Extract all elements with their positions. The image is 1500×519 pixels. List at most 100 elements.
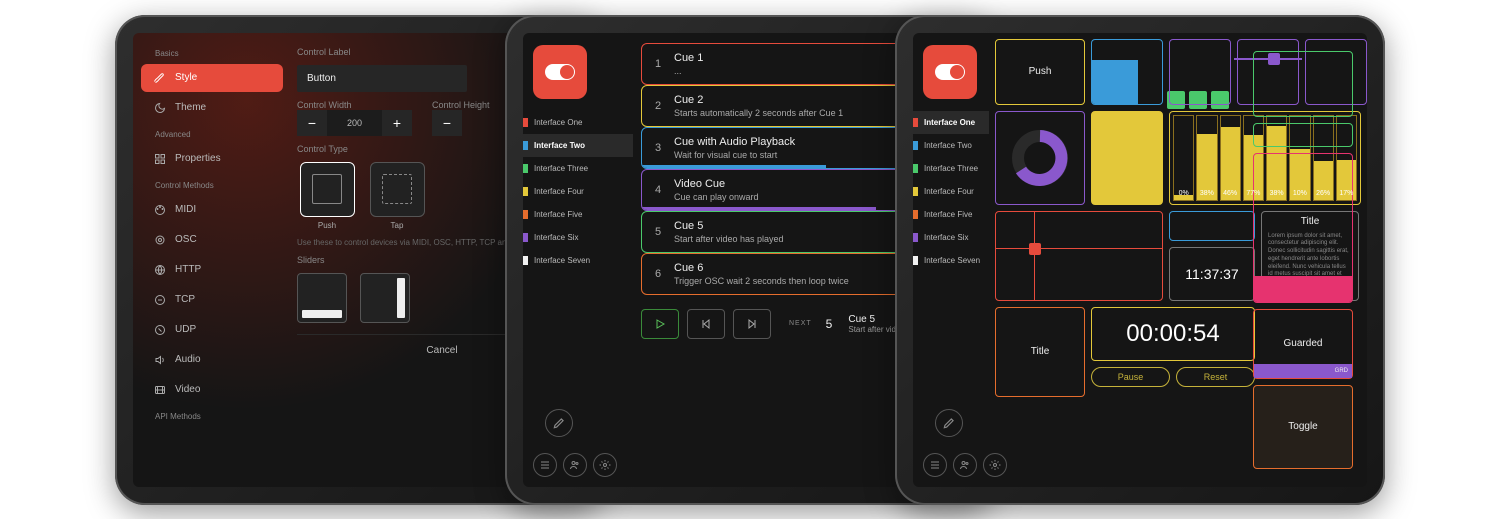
app-logo[interactable]	[533, 45, 587, 99]
next-button[interactable]	[733, 309, 771, 339]
color-bar	[913, 233, 918, 242]
blue-cell[interactable]	[1169, 211, 1255, 241]
guarded-button[interactable]: Guarded GRD	[1253, 309, 1353, 379]
interface-label: Interface Two	[924, 141, 972, 150]
interface-item[interactable]: Interface Seven	[523, 249, 633, 272]
cue-title: Cue 1	[674, 52, 703, 64]
stepper-height-minus[interactable]: −	[432, 110, 462, 136]
green-slim[interactable]	[1253, 123, 1353, 147]
nav-midi[interactable]: MIDI	[141, 196, 283, 224]
edit-button[interactable]	[545, 409, 573, 437]
interface-label: Interface Four	[924, 187, 974, 196]
reset-button[interactable]: Reset	[1176, 367, 1255, 387]
slider-thumb-vertical[interactable]	[360, 273, 410, 323]
color-bar	[523, 118, 528, 127]
pink-big[interactable]	[1253, 153, 1353, 303]
color-bar	[913, 141, 918, 150]
play-button[interactable]	[641, 309, 679, 339]
interface-label: Interface Six	[534, 233, 578, 242]
green-top[interactable]	[1253, 51, 1353, 117]
interface-item[interactable]: Interface Four	[523, 180, 633, 203]
cue-title: Cue with Audio Playback	[674, 136, 795, 148]
edit-button[interactable]	[935, 409, 963, 437]
level-bar[interactable]: 0%	[1173, 115, 1194, 201]
blue-slider[interactable]	[1091, 39, 1163, 105]
app-logo[interactable]	[923, 45, 977, 99]
toggle-button[interactable]: Toggle	[1253, 385, 1353, 469]
color-bar	[913, 187, 918, 196]
nav-style-label: Style	[175, 72, 197, 83]
interface-label: Interface Seven	[534, 256, 590, 265]
nav-osc[interactable]: OSC	[141, 226, 283, 254]
nav-theme[interactable]: Theme	[141, 94, 283, 122]
slider-thumb-horizontal[interactable]	[297, 273, 347, 323]
interface-item[interactable]: Interface Two	[913, 134, 989, 157]
interface-item[interactable]: Interface Two	[523, 134, 633, 157]
cue-number: 6	[652, 268, 664, 280]
nav-tcp[interactable]: TCP	[141, 286, 283, 314]
type-push[interactable]: Push	[297, 162, 357, 230]
purple-cell-1[interactable]	[1169, 39, 1231, 105]
settings-button[interactable]	[593, 453, 617, 477]
stepper-width-plus[interactable]: +	[382, 110, 412, 136]
nav-udp[interactable]: UDP	[141, 316, 283, 344]
cue-number: 3	[652, 142, 664, 154]
push-button[interactable]: Push	[995, 39, 1085, 105]
interface-item[interactable]: Interface One	[523, 111, 633, 134]
film-icon	[153, 383, 167, 397]
toggle-icon	[545, 64, 575, 80]
section-basics: Basics	[141, 43, 283, 62]
cue-number: 2	[652, 100, 664, 112]
color-bar	[913, 256, 918, 265]
cue-subtitle: Trigger OSC wait 2 seconds then loop twi…	[674, 276, 849, 286]
cue-number: 1	[652, 58, 664, 70]
nav-properties[interactable]: Properties	[141, 145, 283, 173]
interface-item[interactable]: Interface Four	[913, 180, 989, 203]
interface-item[interactable]: Interface Seven	[913, 249, 989, 272]
color-bar	[913, 118, 918, 127]
interface-item[interactable]: Interface Three	[523, 157, 633, 180]
dial-cell[interactable]	[995, 111, 1085, 205]
color-bar	[523, 256, 528, 265]
input-control-label[interactable]	[297, 65, 467, 92]
yellow-fill-cell[interactable]	[1091, 111, 1163, 205]
title-button-orange[interactable]: Title	[995, 307, 1085, 397]
type-tap[interactable]: Tap	[367, 162, 427, 230]
prev-button[interactable]	[687, 309, 725, 339]
menu-button[interactable]	[533, 453, 557, 477]
cue-title: Cue 6	[674, 262, 849, 274]
interface-item[interactable]: Interface Five	[523, 203, 633, 226]
level-bar[interactable]: 38%	[1196, 115, 1217, 201]
nav-http[interactable]: HTTP	[141, 256, 283, 284]
xy-pad[interactable]	[995, 211, 1163, 301]
cue-subtitle: ...	[674, 66, 703, 76]
color-bar	[913, 210, 918, 219]
settings-button[interactable]	[983, 453, 1007, 477]
level-label: 0%	[1179, 190, 1189, 200]
users-button[interactable]	[563, 453, 587, 477]
interface-item[interactable]: Interface One	[913, 111, 989, 134]
interface-item[interactable]: Interface Three	[913, 157, 989, 180]
users-button[interactable]	[953, 453, 977, 477]
color-bar	[523, 164, 528, 173]
stepper-width-minus[interactable]: −	[297, 110, 327, 136]
interface-item[interactable]: Interface Five	[913, 203, 989, 226]
menu-button[interactable]	[923, 453, 947, 477]
interface-label: Interface One	[924, 118, 975, 127]
interface-item[interactable]: Interface Six	[523, 226, 633, 249]
editor-sidebar: Basics Style Theme Advanced Properties C…	[133, 33, 283, 487]
nav-style[interactable]: Style	[141, 64, 283, 92]
interface-item[interactable]: Interface Six	[913, 226, 989, 249]
color-bar	[523, 141, 528, 150]
cue-number: 5	[652, 226, 664, 238]
donut-icon	[1010, 128, 1070, 188]
pause-button[interactable]: Pause	[1091, 367, 1170, 387]
osc-icon	[153, 233, 167, 247]
big-timer: 00:00:54	[1091, 307, 1255, 361]
level-bar[interactable]: 46%	[1220, 115, 1241, 201]
nav-audio[interactable]: Audio	[141, 346, 283, 374]
nav-video[interactable]: Video	[141, 376, 283, 404]
clock-cell: 11:37:37	[1169, 247, 1255, 301]
stepper-width: − 200 +	[297, 110, 412, 136]
speaker-icon	[153, 353, 167, 367]
